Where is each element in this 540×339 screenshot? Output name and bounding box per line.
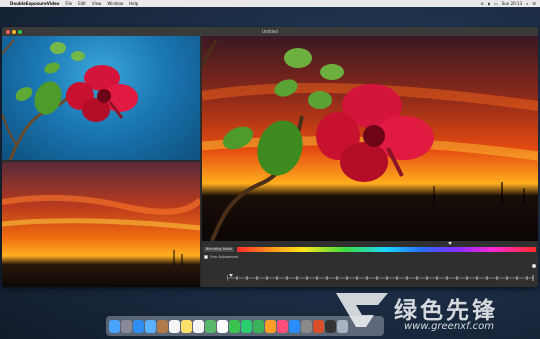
fine-adjust-label: Fine Adjustment: [210, 255, 239, 259]
photos-icon[interactable]: [217, 319, 228, 333]
sunset-photo: [2, 162, 200, 287]
timeline-end-knob[interactable]: [532, 264, 536, 268]
appstore-icon[interactable]: [289, 319, 300, 333]
timeline-ticks: [226, 275, 534, 281]
messages-icon[interactable]: [229, 319, 240, 333]
timeline-ruler[interactable]: [226, 266, 534, 281]
calendar-icon[interactable]: [169, 319, 180, 333]
menu-edit[interactable]: Edit: [78, 1, 86, 6]
maps-icon[interactable]: [205, 319, 216, 333]
safari-icon[interactable]: [133, 319, 144, 333]
search-icon[interactable]: ⌕: [526, 1, 528, 6]
menu-list-icon[interactable]: ☰: [532, 1, 536, 6]
spectrum-slider-thumb[interactable]: [448, 242, 452, 245]
controls-panel: Blending Mode Fine Adjustment: [202, 241, 538, 287]
composite-preview[interactable]: [202, 36, 538, 241]
wifi-icon[interactable]: ≋: [480, 1, 483, 6]
facetime-icon[interactable]: [241, 319, 252, 333]
finder-icon[interactable]: [109, 319, 120, 333]
title-bar[interactable]: Untitled: [2, 27, 538, 36]
app-icon[interactable]: [313, 319, 324, 333]
blend-mode-label[interactable]: Blending Mode: [204, 247, 235, 252]
keynote-icon[interactable]: [265, 319, 276, 333]
watermark-logo-icon: [336, 293, 388, 327]
battery-icon[interactable]: ▭: [494, 1, 498, 6]
preferences-icon[interactable]: [301, 319, 312, 333]
fine-adjust-row[interactable]: Fine Adjustment: [204, 255, 238, 259]
notes-icon[interactable]: [181, 319, 192, 333]
menu-view[interactable]: View: [92, 1, 102, 6]
window-title: Untitled: [262, 29, 278, 34]
color-spectrum-bar[interactable]: [237, 247, 536, 252]
screen: DoubleExposureVideo File Edit View Windo…: [0, 0, 540, 339]
timeline-start-thumb[interactable]: [229, 274, 233, 277]
reminders-icon[interactable]: [193, 319, 204, 333]
composite-photo: [202, 36, 538, 241]
itunes-icon[interactable]: [277, 319, 288, 333]
menu-status-area: ≋ ◖ ▭ Sun 20:13 ⌕ ☰: [480, 1, 536, 6]
menu-help[interactable]: Help: [129, 1, 138, 6]
mail-icon[interactable]: [145, 319, 156, 333]
source-image-flower[interactable]: [2, 36, 200, 160]
watermark-url: www.greenxf.com: [404, 321, 494, 332]
numbers-icon[interactable]: [253, 319, 264, 333]
volume-icon[interactable]: ◖: [488, 1, 490, 6]
contacts-icon[interactable]: [157, 319, 168, 333]
watermark: 绿色先锋 www.greenxf.com: [334, 285, 538, 339]
flower-photo: [2, 39, 138, 160]
app-window: Untitled Blending Mode Fine Adjustment: [2, 27, 538, 287]
launchpad-icon[interactable]: [121, 319, 132, 333]
menu-app-name[interactable]: DoubleExposureVideo: [10, 1, 59, 6]
menu-window[interactable]: Window: [107, 1, 123, 6]
fine-adjust-checkbox[interactable]: [204, 255, 208, 259]
menu-bar: DoubleExposureVideo File Edit View Windo…: [0, 0, 540, 7]
source-image-sunset[interactable]: [2, 162, 200, 287]
menu-file[interactable]: File: [65, 1, 72, 6]
clock[interactable]: Sun 20:13: [502, 1, 522, 6]
watermark-text: 绿色先锋: [394, 298, 498, 324]
